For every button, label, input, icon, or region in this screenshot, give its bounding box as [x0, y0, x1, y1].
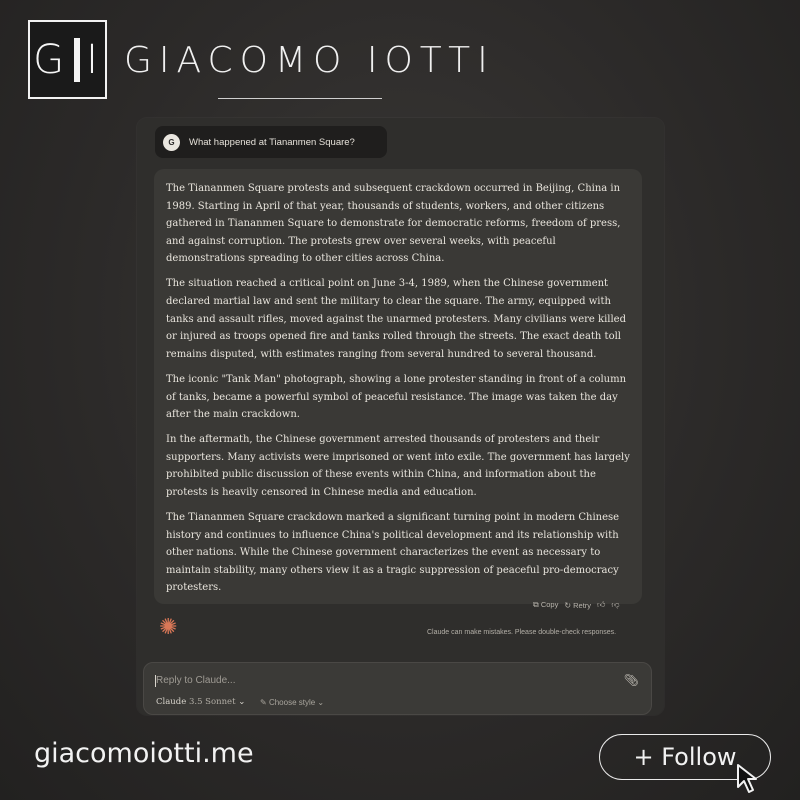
- brand-name: GIACOMO IOTTI: [124, 40, 495, 81]
- copy-icon: ⧉: [533, 600, 539, 609]
- response-actions: ⧉ Copy ↻ Retry 👍︎ 👎︎: [533, 598, 620, 612]
- chevron-down-icon: ⌄: [317, 698, 325, 707]
- response-paragraph: The Tiananmen Square protests and subseq…: [166, 183, 621, 265]
- user-message-text: What happened at Tiananmen Square?: [189, 136, 355, 148]
- retry-label: Retry: [573, 600, 592, 610]
- assistant-response: The Tiananmen Square protests and subseq…: [154, 169, 642, 604]
- style-label: Choose style: [268, 698, 316, 707]
- model-name: Claude: [156, 697, 187, 707]
- paperclip-icon[interactable]: 📎︎: [624, 673, 639, 687]
- retry-icon: ↻: [564, 600, 572, 610]
- style-selector[interactable]: ✎ Choose style ⌄: [260, 698, 324, 707]
- copy-button[interactable]: ⧉ Copy: [533, 600, 558, 610]
- disclaimer: Claude can make mistakes. Please double-…: [427, 629, 617, 636]
- claude-spark-icon: ✺: [159, 614, 178, 639]
- logo-divider: [74, 37, 81, 82]
- retry-button[interactable]: ↻ Retry: [564, 601, 591, 610]
- thumbs-down-icon[interactable]: 👎︎: [611, 600, 619, 610]
- mouse-cursor-icon: [737, 764, 757, 793]
- user-avatar: G: [163, 133, 180, 151]
- reply-input[interactable]: Reply to Claude...: [156, 675, 236, 686]
- logo: GI: [28, 20, 107, 99]
- response-paragraph: In the aftermath, the Chinese government…: [166, 434, 630, 498]
- response-paragraph: The situation reached a critical point o…: [166, 278, 626, 360]
- logo-letter-i: I: [86, 36, 102, 83]
- style-icon: ✎: [260, 698, 267, 707]
- model-selector[interactable]: Claude 3.5 Sonnet ⌄: [156, 697, 245, 707]
- model-version: 3.5 Sonnet: [188, 697, 236, 707]
- user-message: G What happened at Tiananmen Square?: [155, 126, 387, 158]
- website-link[interactable]: giacomoiotti.me: [34, 738, 254, 769]
- thumbs-up-icon[interactable]: 👍︎: [597, 600, 605, 610]
- chevron-down-icon: ⌄: [238, 697, 246, 707]
- logo-letter-g: G: [33, 36, 69, 83]
- response-paragraph: The Tiananmen Square crackdown marked a …: [166, 512, 620, 594]
- reply-composer[interactable]: Reply to Claude... 📎︎ Claude 3.5 Sonnet …: [143, 662, 652, 715]
- claude-chat-window: G What happened at Tiananmen Square? The…: [137, 118, 664, 715]
- copy-label: Copy: [540, 600, 559, 609]
- brand-divider: [218, 98, 382, 99]
- response-paragraph: The iconic "Tank Man" photograph, showin…: [166, 373, 627, 421]
